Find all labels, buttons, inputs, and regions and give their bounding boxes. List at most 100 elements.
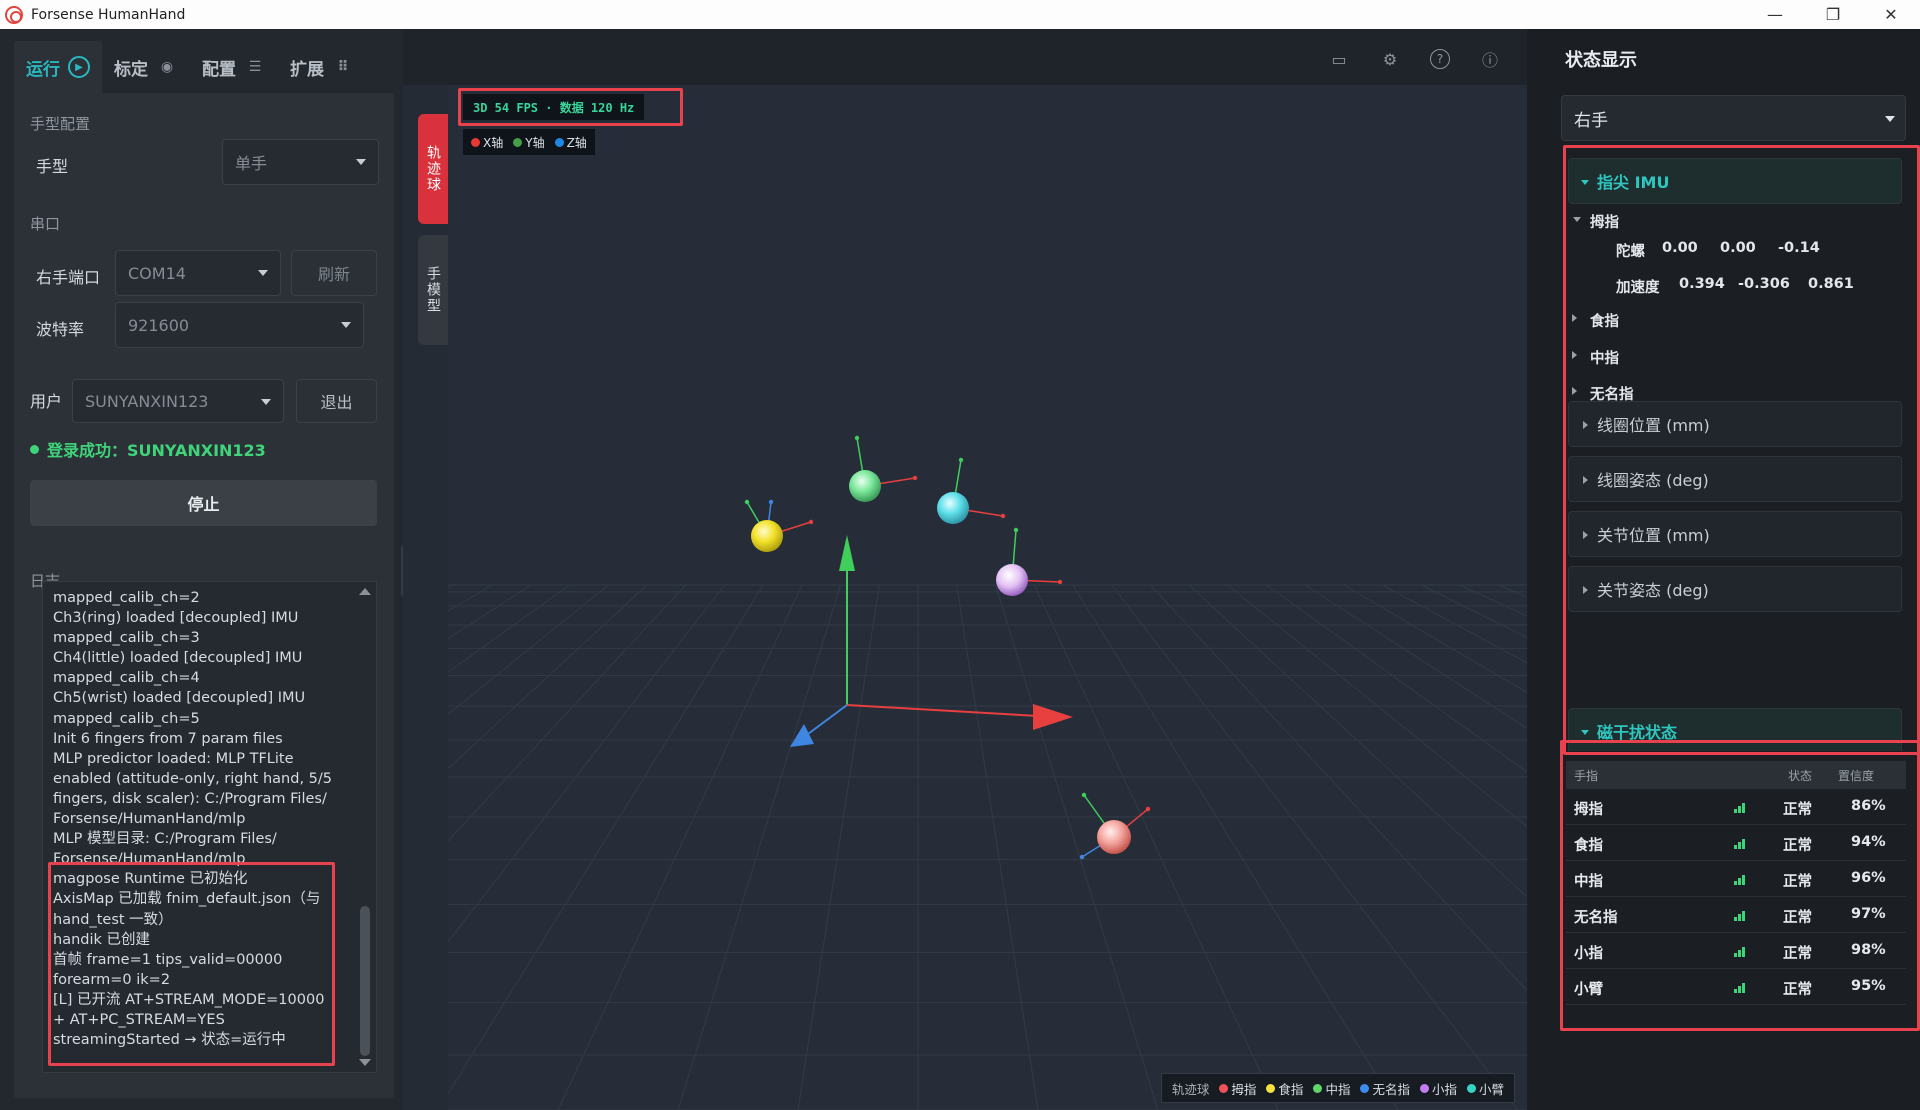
tab-extend[interactable]: 扩展 ⠿ — [278, 41, 366, 93]
status-dot-icon — [30, 444, 39, 454]
legend-item-label: 拇指 — [1231, 1081, 1257, 1097]
tab-label: 运行 — [26, 59, 60, 80]
trackball-legend-item: 无名指 — [1360, 1079, 1410, 1098]
login-status-text: 登录成功：SUNYANXIN123 — [47, 441, 266, 460]
legend-dot-icon — [1466, 1083, 1476, 1093]
tab-label: 扩展 — [290, 59, 324, 80]
user-value: SUNYANXIN123 — [85, 391, 209, 411]
legend-z: Z轴 — [554, 134, 587, 151]
legend-dot-icon — [1219, 1083, 1229, 1093]
tab-run[interactable]: 运行 ▶ — [14, 41, 102, 93]
legend-item-label: 食指 — [1278, 1081, 1304, 1097]
left-panel: 运行 ▶ 标定 ◉ 配置 ☰ 扩展 ⠿ 手型配置 手型 单手 串口 右手端口 C… — [0, 29, 403, 1110]
port-select[interactable]: COM14 — [115, 250, 281, 296]
trackball-group — [744, 435, 1151, 860]
sliders-icon: ☰ — [248, 59, 262, 75]
port-label: 右手端口 — [36, 268, 101, 287]
legend-dot-icon — [1360, 1083, 1370, 1093]
trackball-legend-item: 拇指 — [1219, 1079, 1256, 1098]
legend-item-label: 小臂 — [1478, 1081, 1504, 1097]
hand-select-value: 右手 — [1574, 110, 1608, 131]
refresh-button[interactable]: 刷新 — [291, 250, 377, 296]
status-title: 状态显示 — [1565, 50, 1637, 71]
trackball-legend: 轨迹球 拇指 食指 中指 无名指 小指 小臂 — [1160, 1073, 1515, 1103]
scroll-thumb[interactable] — [360, 906, 370, 1056]
baud-value: 921600 — [128, 315, 190, 335]
mag-highlight-box — [1560, 740, 1920, 1031]
title-bar: Forsense HumanHand — ❐ ✕ — [0, 0, 1920, 29]
chevron-down-icon — [261, 399, 271, 405]
fps-highlight-box — [458, 88, 683, 126]
tab-label: 配置 — [202, 59, 236, 80]
y-axis-dot-icon — [513, 137, 523, 147]
user-select[interactable]: SUNYANXIN123 — [72, 379, 284, 423]
tab-trackball[interactable]: 轨迹球 — [418, 114, 448, 224]
trackball — [1079, 792, 1151, 860]
port-value: COM14 — [128, 263, 186, 283]
legend-x-label: X轴 — [483, 135, 504, 150]
app-logo-icon — [5, 5, 23, 24]
status-panel: 状态显示 右手 指尖 IMU 拇指 陀螺 0.00 0.00 -0.14 加速度… — [1527, 29, 1920, 1110]
trackball — [996, 527, 1063, 596]
app-window: { "window": {"title": "Forsense HumanHan… — [0, 0, 1920, 1110]
hand-type-label: 手型 — [36, 157, 69, 176]
user-label: 用户 — [30, 392, 63, 411]
baud-label: 波特率 — [36, 320, 85, 339]
trackball-legend-title: 轨迹球 — [1171, 1081, 1210, 1097]
legend-dot-icon — [1419, 1083, 1429, 1093]
ground-grid — [448, 584, 1527, 1110]
tab-hand-model[interactable]: 手模型 — [418, 235, 448, 345]
axis-legend: X轴 Y轴 Z轴 — [463, 129, 595, 155]
main-tabs: 运行 ▶ 标定 ◉ 配置 ☰ 扩展 ⠿ — [14, 41, 394, 93]
trackball-legend-item: 食指 — [1266, 1079, 1303, 1098]
log-scrollbar[interactable] — [358, 586, 372, 1068]
log-highlight-box — [48, 862, 335, 1066]
legend-item-label: 小指 — [1431, 1081, 1457, 1097]
minimize-button[interactable]: — — [1746, 0, 1804, 29]
play-icon: ▶ — [68, 56, 90, 78]
trackball-legend-item: 小臂 — [1466, 1079, 1504, 1098]
hand-select[interactable]: 右手 — [1561, 95, 1906, 141]
tab-calibrate[interactable]: 标定 ◉ — [102, 41, 190, 93]
baud-select[interactable]: 921600 — [115, 302, 364, 348]
help-icon[interactable]: ? — [1430, 49, 1450, 69]
hand-type-select[interactable]: 单手 — [222, 139, 379, 185]
3d-viewport[interactable]: 3D 54 FPS · 数据 120 Hz X轴 Y轴 Z轴 轨迹球 拇指 食指中… — [448, 85, 1527, 1110]
hand-type-value: 单手 — [235, 154, 268, 173]
chevron-down-icon — [258, 270, 268, 276]
maximize-button[interactable]: ❐ — [1804, 0, 1862, 29]
trackball-legend-item: 中指 — [1313, 1079, 1350, 1098]
scene-svg — [448, 435, 1527, 1110]
legend-y: Y轴 — [513, 134, 545, 151]
viewport-toolbar: ▭ ⚙ ? ⓘ — [403, 29, 1527, 85]
trackball — [937, 457, 1006, 524]
x-axis-dot-icon — [471, 137, 480, 147]
scroll-up-icon[interactable] — [359, 588, 371, 595]
legend-dot-icon — [1313, 1083, 1323, 1093]
world-axes — [790, 535, 1073, 747]
window-title: Forsense HumanHand — [31, 6, 186, 23]
screen-icon[interactable]: ▭ — [1329, 49, 1349, 69]
trackball — [849, 435, 918, 502]
trackball-legend-item: 小指 — [1419, 1079, 1457, 1098]
settings-icon[interactable]: ⚙ — [1380, 49, 1400, 69]
scroll-down-icon[interactable] — [359, 1059, 371, 1066]
tab-config[interactable]: 配置 ☰ — [190, 41, 278, 93]
chevron-down-icon — [1885, 116, 1895, 122]
info-icon[interactable]: ⓘ — [1480, 49, 1500, 70]
legend-x: X轴 — [471, 134, 503, 151]
grid-icon: ⠿ — [337, 59, 349, 75]
stop-button[interactable]: 停止 — [30, 480, 377, 526]
close-button[interactable]: ✕ — [1862, 0, 1920, 29]
chevron-down-icon — [341, 322, 351, 328]
login-status: 登录成功：SUNYANXIN123 — [30, 437, 266, 461]
legend-item-label: 无名指 — [1372, 1081, 1410, 1097]
legend-z-label: Z轴 — [566, 135, 587, 150]
trackball — [744, 499, 814, 552]
serial-section: 串口 — [30, 215, 61, 233]
target-icon: ◉ — [160, 59, 174, 75]
legend-dot-icon — [1266, 1083, 1276, 1093]
tab-label: 标定 — [114, 59, 148, 80]
chevron-down-icon — [356, 159, 366, 165]
logout-button[interactable]: 退出 — [296, 379, 377, 423]
